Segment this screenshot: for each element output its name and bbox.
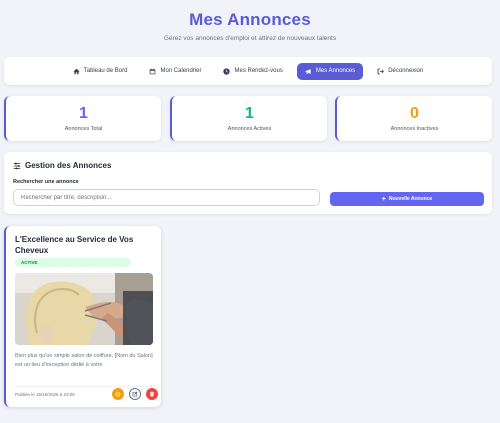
nav-item-appointments[interactable]: Mes Rendez-vous [215, 63, 290, 80]
plus-icon: + [381, 195, 386, 203]
nav-item-calendar[interactable]: Mon Calendrier [141, 63, 209, 80]
announcement-footer: Publiée le 15/10/2025 à 23:08 [15, 386, 158, 400]
main-nav: Tableau de Bord Mon Calendrier Mes Rende… [4, 57, 492, 85]
nav-item-label: Mes Rendez-vous [234, 68, 283, 74]
nav-item-dashboard[interactable]: Tableau de Bord [65, 63, 136, 80]
search-input[interactable] [13, 189, 320, 206]
logout-icon [377, 68, 385, 74]
nav-item-label: Déconnexion [388, 68, 424, 74]
new-announcement-button[interactable]: + Nouvelle Annonce [330, 192, 484, 206]
power-icon [115, 391, 121, 397]
calendar-icon [150, 68, 156, 74]
nav-item-label: Mon Calendrier [160, 68, 202, 74]
edit-icon [132, 391, 138, 397]
page-header: Mes Annonces Gérez vos annonces d'emploi… [0, 0, 500, 42]
new-announcement-label: Nouvelle Annonce [388, 196, 433, 202]
nav-item-logout[interactable]: Déconnexion [369, 63, 431, 80]
status-badge: ACTIVE [15, 258, 131, 267]
nav-item-label: Mes Annonces [315, 68, 356, 74]
stat-card-inactive: 0 Annonces Inactives [335, 96, 492, 141]
clock-icon [223, 67, 231, 75]
announcement-image [15, 273, 153, 345]
sliders-icon [13, 162, 21, 169]
manage-title: Gestion des Annonces [13, 161, 111, 170]
stat-value: 0 [410, 105, 419, 122]
nav-item-label: Tableau de Bord [83, 68, 128, 74]
announcement-description: Bien plus qu'un simple salon de coiffure… [15, 353, 153, 368]
stat-label: Annonces Inactives [390, 126, 439, 132]
announcement-title: L'Excellence au Service de Vos Cheveux [15, 235, 134, 255]
megaphone-icon [305, 68, 311, 74]
page-subtitle: Gérez vos annonces d'emploi et attirez d… [163, 35, 337, 42]
stat-label: Annonces Actives [227, 126, 272, 132]
nav-item-announcements[interactable]: Mes Annonces [296, 62, 364, 80]
announcement-card[interactable]: L'Excellence au Service de Vos Cheveux A… [4, 226, 161, 407]
stat-value: 1 [79, 105, 88, 122]
manage-title-text: Gestion des Annonces [25, 161, 112, 170]
manage-panel: Gestion des Annonces Rechercher une anno… [4, 152, 492, 214]
edit-button[interactable] [129, 388, 141, 400]
delete-button[interactable] [146, 388, 158, 400]
trash-icon [149, 391, 155, 397]
stats-row: 1 Annonces Total 1 Annonces Actives 0 An… [4, 96, 492, 141]
home-icon [73, 68, 80, 74]
stat-label: Annonces Total [64, 126, 103, 132]
published-date: Publiée le 15/10/2025 à 23:08 [15, 392, 75, 397]
stat-value: 1 [245, 105, 254, 122]
search-label: Rechercher une annonce [13, 179, 79, 185]
stat-card-total: 1 Annonces Total [4, 96, 161, 141]
stat-card-active: 1 Annonces Actives [170, 96, 327, 141]
toggle-status-button[interactable] [112, 388, 124, 400]
page-title: Mes Annonces [189, 10, 311, 29]
